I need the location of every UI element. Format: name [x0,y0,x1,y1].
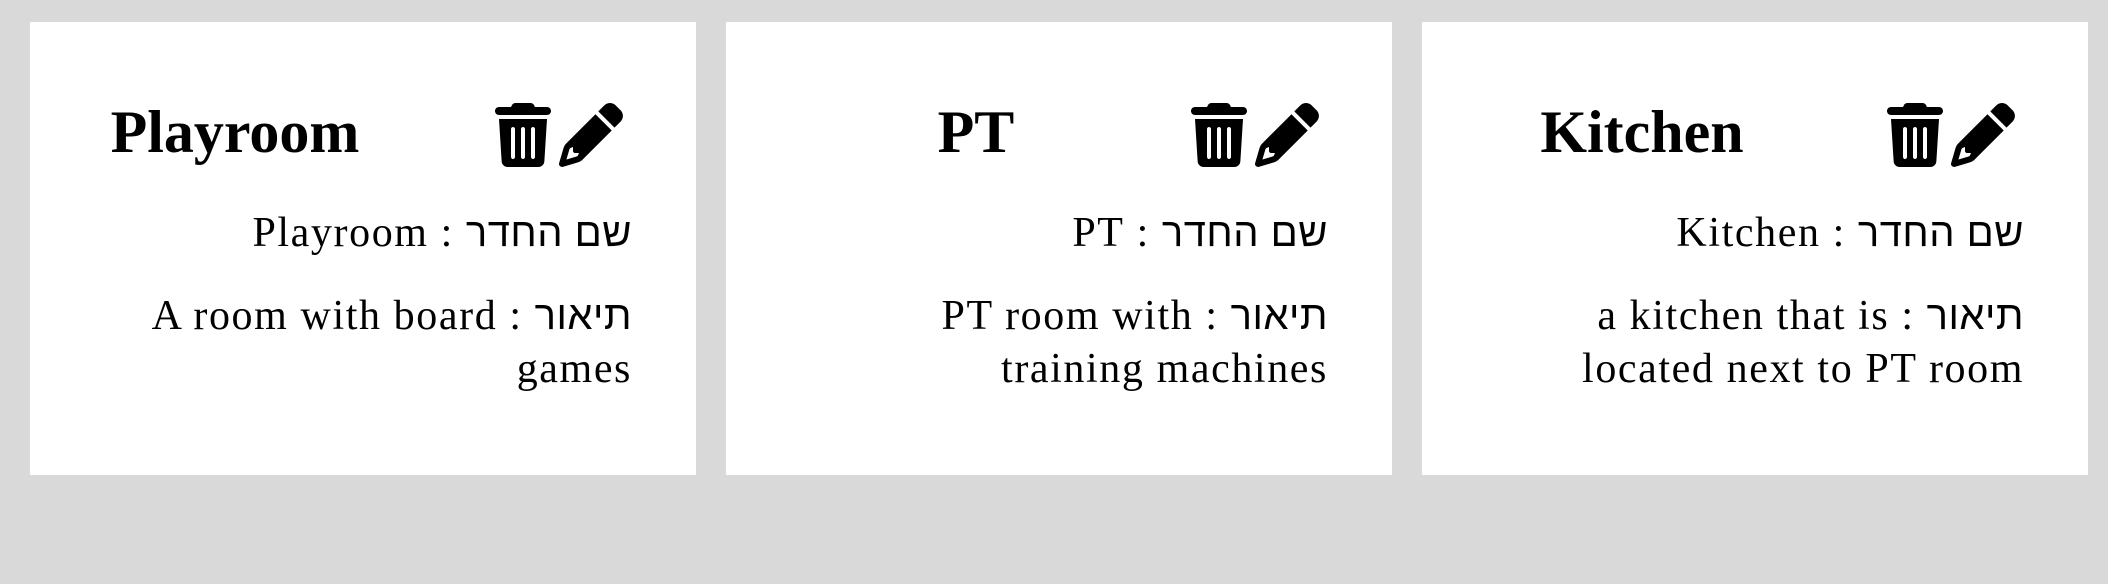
room-description-row: תיאור:A room with board games [151,293,632,392]
room-title: Kitchen [1540,99,1744,165]
room-card-header: Kitchen [1422,80,2088,180]
room-card: PT שם החדר:PT תיאור:PT room with trainin… [726,22,1392,475]
room-name-label: שם החדר [1161,211,1328,255]
delete-room-button[interactable] [1189,103,1249,167]
room-name-value: Kitchen [1676,210,1821,256]
room-title: Playroom [110,99,360,165]
room-name-label: שם החדר [465,211,632,255]
pencil-icon [559,103,623,167]
delete-room-button[interactable] [1885,103,1945,167]
room-card-header: Playroom [30,80,696,180]
room-name-row: שם החדר:PT [1072,210,1328,256]
trash-icon [1887,103,1943,167]
room-card: Playroom שם החדר:Playroom תיאור:A room w… [30,22,696,475]
room-card: Kitchen שם החדר:Kitchen תיאור:a kitchen … [1422,22,2088,475]
room-card-body: שם החדר:PT תיאור:PT room with training m… [788,207,1328,396]
pencil-icon [1951,103,2015,167]
room-cards-list: Playroom שם החדר:Playroom תיאור:A room w… [30,22,2088,475]
room-description-label: תיאור [1230,294,1328,338]
room-description-label: תיאור [1926,294,2024,338]
room-description-label: תיאור [534,294,632,338]
edit-room-button[interactable] [1255,103,1319,167]
room-card-actions [1189,103,1324,167]
room-name-row: שם החדר:Kitchen [1676,210,2024,256]
room-card-header: PT [726,80,1392,180]
room-title: PT [937,99,1015,165]
room-name-value: PT [1072,210,1125,256]
room-description-row: תיאור:a kitchen that is located next to … [1582,293,2024,392]
trash-icon [495,103,551,167]
edit-room-button[interactable] [559,103,623,167]
room-description-row: תיאור:PT room with training machines [941,293,1328,392]
edit-room-button[interactable] [1951,103,2015,167]
delete-room-button[interactable] [493,103,553,167]
pencil-icon [1255,103,1319,167]
room-name-row: שם החדר:Playroom [252,210,632,256]
room-name-value: Playroom [252,210,429,256]
room-card-actions [1885,103,2020,167]
room-card-actions [493,103,628,167]
room-name-label: שם החדר [1857,211,2024,255]
room-card-body: שם החדר:Playroom תיאור:A room with board… [92,207,632,396]
room-card-body: שם החדר:Kitchen תיאור:a kitchen that is … [1484,207,2024,396]
trash-icon [1191,103,1247,167]
